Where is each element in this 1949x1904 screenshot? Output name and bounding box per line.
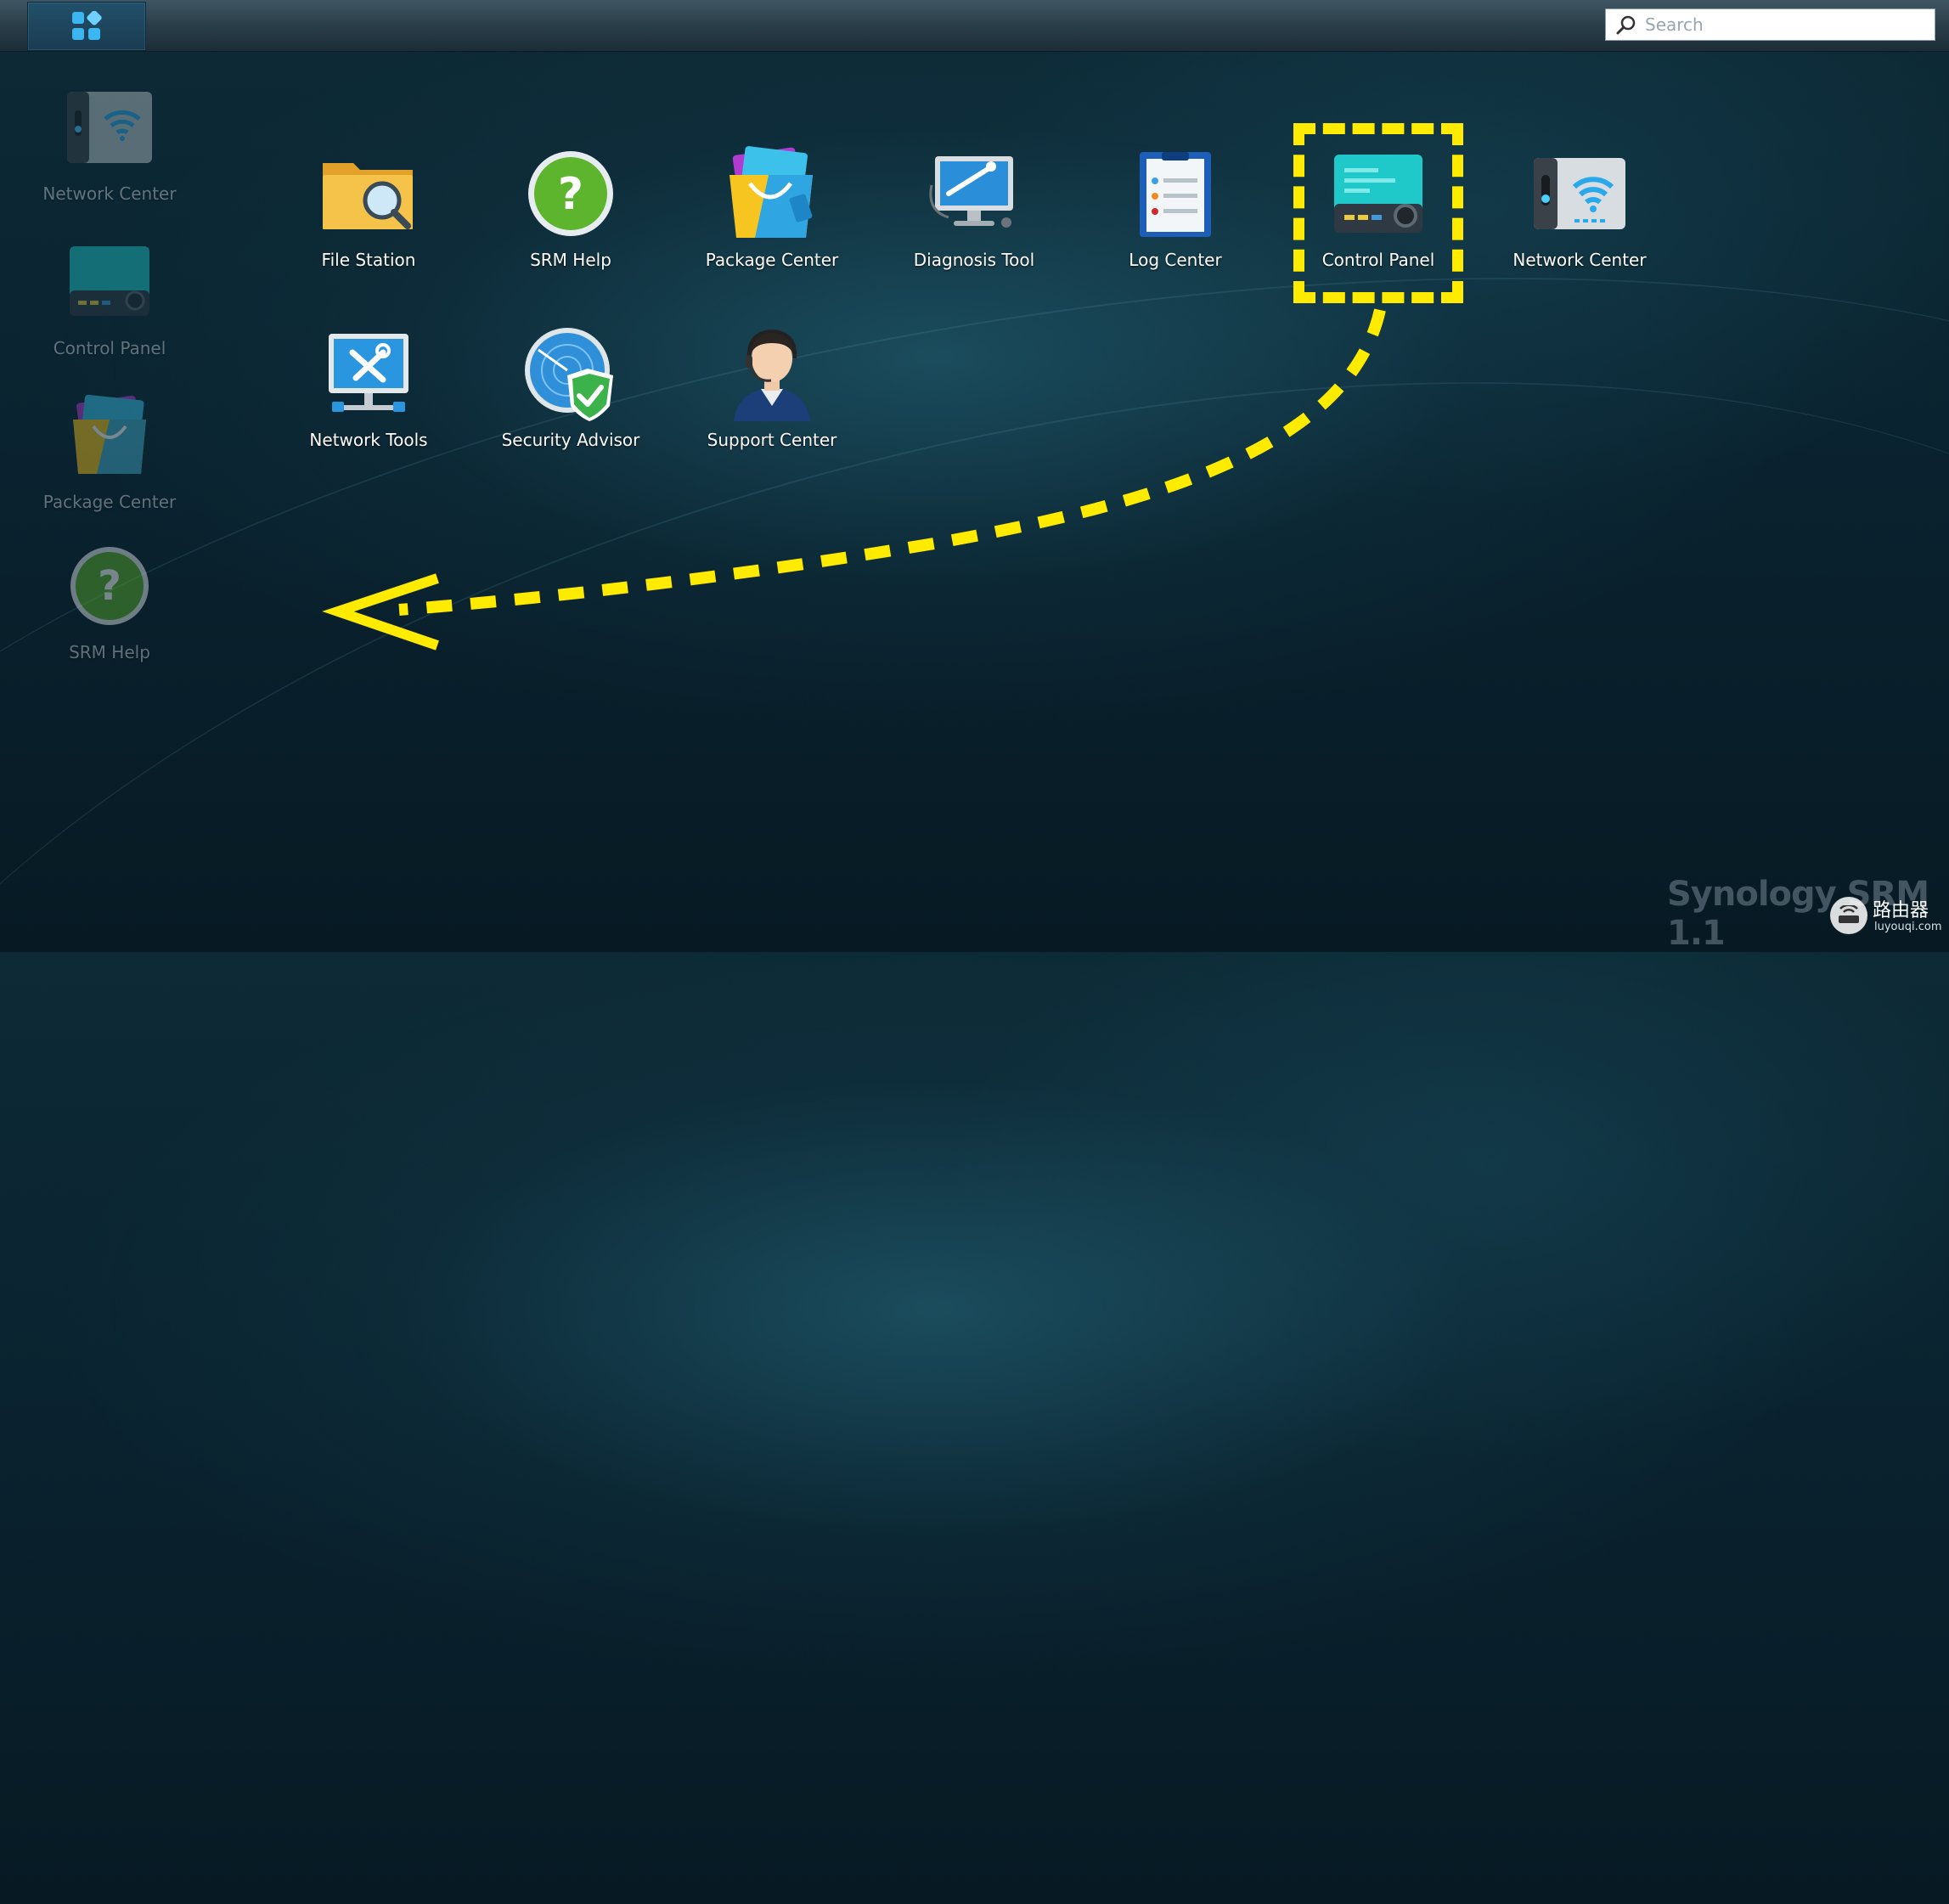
app-label: SRM Help (530, 250, 611, 270)
app-log-center[interactable]: Log Center (1090, 143, 1260, 271)
search-input[interactable] (1643, 14, 1927, 36)
desktop-shortcut-srm-help[interactable]: ? SRM Help (25, 535, 194, 663)
app-network-tools[interactable]: Network Tools (284, 323, 453, 451)
desktop-shortcut-label: Package Center (42, 492, 177, 512)
desktop-shortcut-package-center[interactable]: Package Center (25, 385, 194, 513)
app-diagnosis-tool[interactable]: Diagnosis Tool (889, 143, 1059, 271)
watermark-url: luyouqi.com (1874, 921, 1942, 933)
search-box[interactable] (1605, 8, 1935, 41)
diagnosis-tool-icon (923, 143, 1025, 245)
router-icon (1830, 897, 1867, 934)
app-label: Network Center (1512, 250, 1647, 270)
app-label: File Station (321, 250, 416, 270)
app-label: Package Center (705, 250, 839, 270)
app-control-panel[interactable]: Control Panel (1293, 143, 1463, 271)
svg-text:?: ? (558, 169, 583, 220)
network-tools-icon (318, 323, 420, 425)
package-center-icon (59, 385, 161, 487)
search-icon (1616, 15, 1636, 35)
app-srm-help[interactable]: ? SRM Help (486, 143, 656, 271)
control-panel-icon (59, 231, 161, 333)
app-label: Control Panel (1321, 250, 1435, 270)
app-support-center[interactable]: Support Center (687, 323, 857, 451)
desktop-shortcut-network-center[interactable]: Network Center (25, 76, 194, 205)
package-center-icon (721, 143, 823, 245)
watermark-title: 路由器 (1873, 900, 1929, 921)
desktop-shortcut-label: Network Center (42, 183, 177, 204)
control-panel-icon (1327, 143, 1429, 245)
app-label: Log Center (1129, 250, 1222, 270)
taskbar (0, 0, 1949, 52)
svg-text:?: ? (98, 562, 121, 610)
help-icon: ? (520, 143, 622, 245)
app-label: Support Center (707, 430, 837, 450)
support-center-icon (721, 323, 823, 425)
app-label: Diagnosis Tool (913, 250, 1035, 270)
app-label: Network Tools (309, 430, 428, 450)
app-package-center[interactable]: Package Center (687, 143, 857, 271)
main-menu-button[interactable] (27, 2, 146, 51)
help-icon: ? (59, 535, 161, 637)
log-center-icon (1124, 143, 1226, 245)
grid-icon (72, 11, 102, 40)
desktop-shortcut-label: Control Panel (53, 338, 166, 358)
network-center-icon (1529, 143, 1631, 245)
app-file-station[interactable]: File Station (284, 143, 453, 271)
app-network-center[interactable]: Network Center (1495, 143, 1665, 271)
desktop-shortcut-label: SRM Help (69, 642, 150, 662)
app-security-advisor[interactable]: Security Advisor (486, 323, 656, 451)
security-advisor-icon (520, 323, 622, 425)
folder-icon (318, 143, 420, 245)
network-center-icon (59, 76, 161, 178)
desktop-shortcut-control-panel[interactable]: Control Panel (25, 231, 194, 359)
app-label: Security Advisor (501, 430, 640, 450)
